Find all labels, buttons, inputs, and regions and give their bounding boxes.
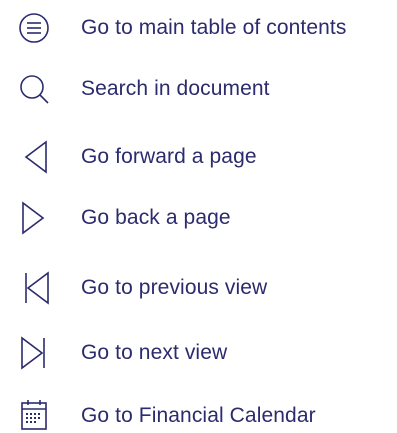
triangle-right-icon [16, 200, 52, 236]
nav-item-label: Go forward a page [81, 145, 257, 168]
menu-circle-icon [16, 10, 52, 46]
skip-previous-icon [16, 270, 52, 306]
nav-item-forward-page[interactable]: Go forward a page [0, 137, 397, 177]
nav-item-label: Go back a page [81, 206, 231, 229]
nav-item-label: Search in document [81, 77, 270, 100]
nav-item-previous-view[interactable]: Go to previous view [0, 268, 397, 308]
search-icon [16, 71, 52, 107]
nav-item-search[interactable]: Search in document [0, 69, 397, 109]
calendar-icon [16, 398, 52, 433]
triangle-left-icon [16, 139, 52, 175]
nav-item-next-view[interactable]: Go to next view [0, 333, 397, 373]
nav-item-label: Go to main table of contents [81, 16, 347, 39]
nav-item-back-page[interactable]: Go back a page [0, 198, 397, 238]
nav-item-financial-calendar[interactable]: Go to Financial Calendar [0, 396, 397, 433]
nav-item-label: Go to previous view [81, 276, 268, 299]
skip-next-icon [16, 335, 52, 371]
nav-item-label: Go to next view [81, 341, 228, 364]
nav-item-label: Go to Financial Calendar [81, 404, 316, 427]
nav-item-table-of-contents[interactable]: Go to main table of contents [0, 8, 397, 48]
